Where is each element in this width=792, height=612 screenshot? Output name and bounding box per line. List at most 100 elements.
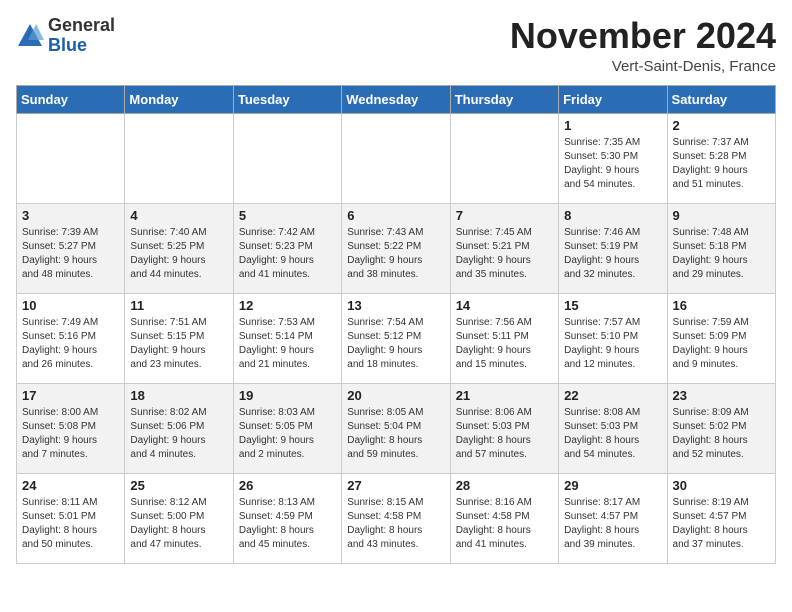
day-info: Sunrise: 8:17 AM Sunset: 4:57 PM Dayligh… (564, 496, 661, 552)
calendar-cell: 30 Sunrise: 8:19 AM Sunset: 4:57 PM Dayli… (667, 473, 775, 563)
day-number: 23 (673, 388, 770, 403)
day-info: Sunrise: 8:12 AM Sunset: 5:00 PM Dayligh… (130, 496, 227, 552)
day-number: 16 (673, 298, 770, 313)
day-number: 24 (22, 478, 119, 493)
calendar-cell: 26 Sunrise: 8:13 AM Sunset: 4:59 PM Dayli… (233, 473, 341, 563)
calendar-cell: 1Sunrise: 7:35 AM Sunset: 5:30 PM Daylig… (559, 113, 667, 203)
day-number: 26 (239, 478, 336, 493)
day-info: Sunrise: 7:43 AM Sunset: 5:22 PM Dayligh… (347, 226, 444, 282)
day-number: 18 (130, 388, 227, 403)
column-header-friday: Friday (559, 85, 667, 113)
calendar-cell: 5 Sunrise: 7:42 AM Sunset: 5:23 PM Daylig… (233, 203, 341, 293)
calendar-cell: 2 Sunrise: 7:37 AM Sunset: 5:28 PM Daylig… (667, 113, 775, 203)
day-number: 8 (564, 208, 661, 223)
day-number: 17 (22, 388, 119, 403)
day-info: Sunrise: 8:16 AM Sunset: 4:58 PM Dayligh… (456, 496, 553, 552)
day-info: Sunrise: 8:19 AM Sunset: 4:57 PM Dayligh… (673, 496, 770, 552)
calendar-cell: 10Sunrise: 7:49 AM Sunset: 5:16 PM Dayli… (17, 293, 125, 383)
calendar-week-5: 24 Sunrise: 8:11 AM Sunset: 5:01 PM Dayli… (17, 473, 776, 563)
calendar-cell: 24 Sunrise: 8:11 AM Sunset: 5:01 PM Dayli… (17, 473, 125, 563)
calendar-cell: 6 Sunrise: 7:43 AM Sunset: 5:22 PM Daylig… (342, 203, 450, 293)
day-info: Sunrise: 8:06 AM Sunset: 5:03 PM Dayligh… (456, 406, 553, 462)
calendar-cell: 11 Sunrise: 7:51 AM Sunset: 5:15 PM Dayli… (125, 293, 233, 383)
calendar-cell: 9 Sunrise: 7:48 AM Sunset: 5:18 PM Daylig… (667, 203, 775, 293)
day-info: Sunrise: 8:08 AM Sunset: 5:03 PM Dayligh… (564, 406, 661, 462)
day-number: 30 (673, 478, 770, 493)
calendar-cell: 4 Sunrise: 7:40 AM Sunset: 5:25 PM Daylig… (125, 203, 233, 293)
calendar-cell (125, 113, 233, 203)
day-info: Sunrise: 7:46 AM Sunset: 5:19 PM Dayligh… (564, 226, 661, 282)
day-info: Sunrise: 8:11 AM Sunset: 5:01 PM Dayligh… (22, 496, 119, 552)
column-header-tuesday: Tuesday (233, 85, 341, 113)
day-info: Sunrise: 7:54 AM Sunset: 5:12 PM Dayligh… (347, 316, 444, 372)
calendar-week-1: 1Sunrise: 7:35 AM Sunset: 5:30 PM Daylig… (17, 113, 776, 203)
day-number: 19 (239, 388, 336, 403)
logo-icon (16, 22, 44, 50)
day-info: Sunrise: 8:13 AM Sunset: 4:59 PM Dayligh… (239, 496, 336, 552)
day-info: Sunrise: 7:45 AM Sunset: 5:21 PM Dayligh… (456, 226, 553, 282)
day-number: 15 (564, 298, 661, 313)
day-info: Sunrise: 7:42 AM Sunset: 5:23 PM Dayligh… (239, 226, 336, 282)
day-info: Sunrise: 8:09 AM Sunset: 5:02 PM Dayligh… (673, 406, 770, 462)
day-number: 11 (130, 298, 227, 313)
day-number: 14 (456, 298, 553, 313)
day-number: 25 (130, 478, 227, 493)
calendar-cell: 7 Sunrise: 7:45 AM Sunset: 5:21 PM Daylig… (450, 203, 558, 293)
day-number: 28 (456, 478, 553, 493)
day-number: 5 (239, 208, 336, 223)
day-info: Sunrise: 8:05 AM Sunset: 5:04 PM Dayligh… (347, 406, 444, 462)
calendar-cell: 13 Sunrise: 7:54 AM Sunset: 5:12 PM Dayli… (342, 293, 450, 383)
day-number: 10 (22, 298, 119, 313)
day-info: Sunrise: 7:51 AM Sunset: 5:15 PM Dayligh… (130, 316, 227, 372)
page-header: General Blue November 2024 Vert-Saint-De… (16, 16, 776, 75)
day-number: 7 (456, 208, 553, 223)
calendar-cell: 3 Sunrise: 7:39 AM Sunset: 5:27 PM Daylig… (17, 203, 125, 293)
calendar-cell: 27 Sunrise: 8:15 AM Sunset: 4:58 PM Dayli… (342, 473, 450, 563)
day-info: Sunrise: 7:48 AM Sunset: 5:18 PM Dayligh… (673, 226, 770, 282)
calendar-cell: 22 Sunrise: 8:08 AM Sunset: 5:03 PM Dayli… (559, 383, 667, 473)
column-header-sunday: Sunday (17, 85, 125, 113)
calendar-body: 1Sunrise: 7:35 AM Sunset: 5:30 PM Daylig… (17, 113, 776, 563)
calendar-cell (233, 113, 341, 203)
calendar-cell (342, 113, 450, 203)
day-number: 2 (673, 118, 770, 133)
day-number: 6 (347, 208, 444, 223)
day-number: 4 (130, 208, 227, 223)
calendar-cell (17, 113, 125, 203)
day-info: Sunrise: 8:02 AM Sunset: 5:06 PM Dayligh… (130, 406, 227, 462)
calendar-cell: 17 Sunrise: 8:00 AM Sunset: 5:08 PM Dayli… (17, 383, 125, 473)
day-info: Sunrise: 8:00 AM Sunset: 5:08 PM Dayligh… (22, 406, 119, 462)
day-number: 20 (347, 388, 444, 403)
day-info: Sunrise: 8:15 AM Sunset: 4:58 PM Dayligh… (347, 496, 444, 552)
column-header-monday: Monday (125, 85, 233, 113)
day-number: 9 (673, 208, 770, 223)
calendar-cell: 18 Sunrise: 8:02 AM Sunset: 5:06 PM Dayli… (125, 383, 233, 473)
day-number: 3 (22, 208, 119, 223)
month-title: November 2024 (510, 16, 776, 56)
calendar-cell: 14 Sunrise: 7:56 AM Sunset: 5:11 PM Dayli… (450, 293, 558, 383)
day-info: Sunrise: 7:56 AM Sunset: 5:11 PM Dayligh… (456, 316, 553, 372)
day-info: Sunrise: 7:37 AM Sunset: 5:28 PM Dayligh… (673, 136, 770, 192)
day-info: Sunrise: 7:53 AM Sunset: 5:14 PM Dayligh… (239, 316, 336, 372)
location-subtitle: Vert-Saint-Denis, France (510, 58, 776, 75)
calendar-cell (450, 113, 558, 203)
day-number: 22 (564, 388, 661, 403)
day-number: 13 (347, 298, 444, 313)
day-number: 29 (564, 478, 661, 493)
day-number: 27 (347, 478, 444, 493)
calendar-week-4: 17 Sunrise: 8:00 AM Sunset: 5:08 PM Dayli… (17, 383, 776, 473)
calendar-cell: 25 Sunrise: 8:12 AM Sunset: 5:00 PM Dayli… (125, 473, 233, 563)
column-header-thursday: Thursday (450, 85, 558, 113)
calendar-cell: 23 Sunrise: 8:09 AM Sunset: 5:02 PM Dayli… (667, 383, 775, 473)
day-info: Sunrise: 7:57 AM Sunset: 5:10 PM Dayligh… (564, 316, 661, 372)
calendar-cell: 16 Sunrise: 7:59 AM Sunset: 5:09 PM Dayli… (667, 293, 775, 383)
day-number: 12 (239, 298, 336, 313)
day-number: 21 (456, 388, 553, 403)
calendar-cell: 20 Sunrise: 8:05 AM Sunset: 5:04 PM Dayli… (342, 383, 450, 473)
day-info: Sunrise: 7:59 AM Sunset: 5:09 PM Dayligh… (673, 316, 770, 372)
day-info: Sunrise: 7:40 AM Sunset: 5:25 PM Dayligh… (130, 226, 227, 282)
calendar-cell: 28 Sunrise: 8:16 AM Sunset: 4:58 PM Dayli… (450, 473, 558, 563)
calendar-cell: 29 Sunrise: 8:17 AM Sunset: 4:57 PM Dayli… (559, 473, 667, 563)
day-info: Sunrise: 7:39 AM Sunset: 5:27 PM Dayligh… (22, 226, 119, 282)
calendar-week-2: 3 Sunrise: 7:39 AM Sunset: 5:27 PM Daylig… (17, 203, 776, 293)
